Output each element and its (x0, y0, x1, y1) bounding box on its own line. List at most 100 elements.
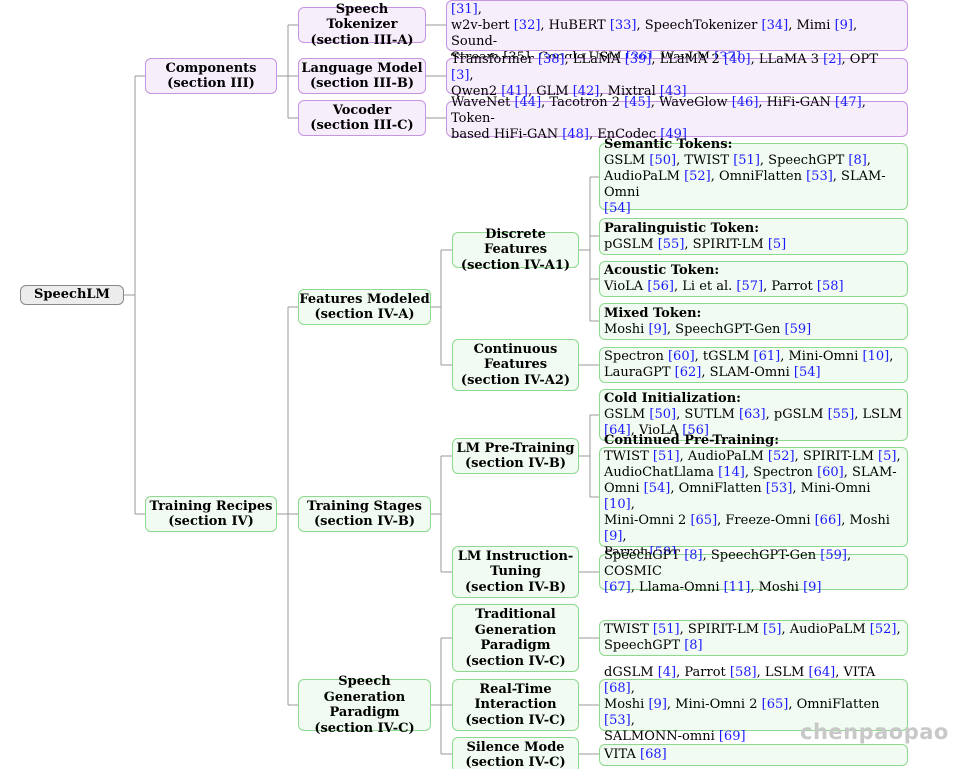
model-name-text: , Mini-Omni 2 (666, 697, 762, 712)
citation-ref: [51] (652, 449, 680, 464)
model-name-text: , LSLM (756, 665, 809, 680)
leaf-line: VioLA [56], Li et al. [57], Parrot [58] (604, 279, 903, 295)
model-name-text: , SPIRIT-LM (684, 236, 768, 252)
node-title: Interaction (474, 697, 557, 713)
node-title: Tuning (490, 564, 541, 580)
node-lm-instruction-tuning: LM Instruction- Tuning (section IV-B) (452, 546, 579, 598)
model-name-text: , WaveGlow (650, 95, 732, 110)
node-training-recipes: Training Recipes (section IV) (145, 496, 277, 532)
model-name-text: WaveNet (451, 95, 515, 110)
node-title: LM Instruction- (457, 548, 574, 564)
node-continuous-features: Continuous Features (section IV-A2) (452, 339, 579, 391)
root-label: SpeechLM (34, 287, 110, 303)
leaf-line: [67], Llama-Omni [11], Moshi [9] (604, 580, 903, 596)
leaf-heading: Mixed Token: (604, 305, 702, 321)
node-title: Training Recipes (149, 498, 273, 514)
node-title: Silence Mode (466, 739, 565, 755)
leaf-line: SpeechGPT [8], SpeechGPT-Gen [59], COSMI… (604, 548, 903, 580)
citation-ref: [5] (767, 236, 787, 252)
model-name-text: VITA (604, 747, 641, 762)
citation-ref: [59] (784, 321, 812, 337)
model-name-text: AudioChatLlama (604, 465, 719, 480)
citation-ref: [31] (451, 1, 478, 17)
node-section: (section III-C) (310, 118, 414, 133)
citation-ref: [58] (816, 279, 844, 294)
model-name-text: , (889, 349, 894, 364)
citation-ref: [60] (667, 349, 695, 364)
citation-ref: [46] (731, 95, 759, 110)
node-section: (section IV-A1) (460, 257, 571, 273)
model-name-text: TWIST (604, 449, 653, 464)
citation-ref: [51] (733, 152, 760, 168)
model-name-text: , OmniFlatten (670, 481, 766, 496)
citation-ref: [64] (808, 665, 836, 680)
node-section: (section IV-A) (314, 307, 415, 322)
citation-ref: [34] (761, 17, 789, 33)
citation-ref: [67] (604, 580, 631, 595)
model-name-text: , Moshi (750, 580, 804, 595)
node-title: Language Model (301, 60, 423, 76)
node-title: Traditional (475, 607, 556, 622)
root-node-speechlm: SpeechLM (20, 285, 124, 305)
model-name-text: , SLAM-Omni (701, 365, 794, 380)
citation-ref: [8] (848, 152, 867, 168)
node-silence-mode: Silence Mode (section IV-C) (452, 737, 579, 769)
model-name-text: , SLAM- (843, 465, 897, 480)
citation-ref: [52] (684, 168, 711, 184)
leaf-line: [54] (604, 201, 903, 217)
citation-ref: [53] (765, 481, 793, 496)
leaf-line: Spectron [60], tGSLM [61], Mini-Omni [10… (604, 349, 903, 365)
citation-ref: [61] (753, 349, 781, 364)
citation-ref: [50] (649, 152, 677, 168)
model-name-text: , HuBERT (540, 17, 610, 33)
citation-ref: [60] (817, 465, 844, 480)
node-vocoder: Vocoder (section III-C) (298, 100, 426, 136)
node-speech-generation-paradigm: Speech Generation Paradigm (section IV-C… (298, 674, 431, 736)
citation-ref: [9] (604, 529, 623, 544)
model-name-text: , AudioPaLM (679, 449, 768, 464)
node-section: (section IV-B) (313, 514, 415, 529)
citation-ref: [57] (736, 279, 764, 294)
node-title: Vocoder (332, 102, 392, 118)
node-section: (section IV-C) (465, 755, 566, 769)
model-name-text: , Mini-Omni (792, 481, 871, 496)
model-name-text: , SPIRIT-LM (794, 449, 879, 464)
citation-ref: [55] (827, 407, 855, 422)
model-name-text: , Li et al. (674, 279, 737, 294)
model-name-text: , OmniFlatten (710, 168, 807, 184)
node-discrete-features: Discrete Features (section IV-A1) (452, 227, 579, 273)
citation-ref: [47] (835, 95, 862, 110)
model-name-text: SALMONN-omni (604, 729, 719, 744)
citation-ref: [50] (649, 407, 677, 422)
citation-ref: [54] (793, 365, 821, 380)
node-section: (section IV) (168, 514, 254, 529)
model-name-text: GSLM (604, 152, 650, 168)
node-lm-pretraining: LM Pre-Training (section IV-B) (452, 438, 579, 474)
node-section: (section IV-C) (465, 653, 566, 669)
citation-ref: [3] (451, 68, 470, 83)
citation-ref: [52] (767, 449, 795, 464)
node-title: Speech Generation (323, 674, 406, 705)
leaf-silence-mode-list: VITA [68] (599, 744, 908, 766)
leaf-line: VITA [68] (604, 747, 903, 763)
leaf-line: GSLM [50], TWIST [51], SpeechGPT [8], (604, 153, 903, 169)
leaf-speech-tokenizer-list: Contrastive Predictive Coding [29], Wav2… (446, 0, 908, 65)
model-name-text: AudioPaLM (604, 168, 685, 184)
leaf-acoustic-token: Acoustic Token: VioLA [56], Li et al. [57… (599, 261, 908, 297)
node-section: (section IV-C) (314, 720, 415, 736)
node-title: Paradigm (329, 705, 400, 720)
model-name-text: , TWIST (676, 152, 734, 168)
model-name-text: , Parrot (676, 665, 730, 680)
model-name-text: , HiFi-GAN (758, 95, 836, 110)
citation-ref: [8] (684, 638, 703, 653)
model-name-text: , Spectron (744, 465, 818, 480)
citation-ref: [9] (803, 580, 822, 595)
leaf-continued-pretraining: Continued Pre-Training: TWIST [51], Audio… (599, 433, 908, 560)
model-name-text: w2v-bert (451, 17, 514, 33)
model-name-text: , Mini-Omni (780, 349, 863, 364)
model-name-text: , LLaMA 2 (651, 52, 724, 67)
citation-ref: [2] (823, 52, 842, 67)
model-name-text: , (469, 68, 474, 83)
model-name-text: GSLM (604, 407, 650, 422)
node-section: (section IV-B) (464, 579, 566, 595)
